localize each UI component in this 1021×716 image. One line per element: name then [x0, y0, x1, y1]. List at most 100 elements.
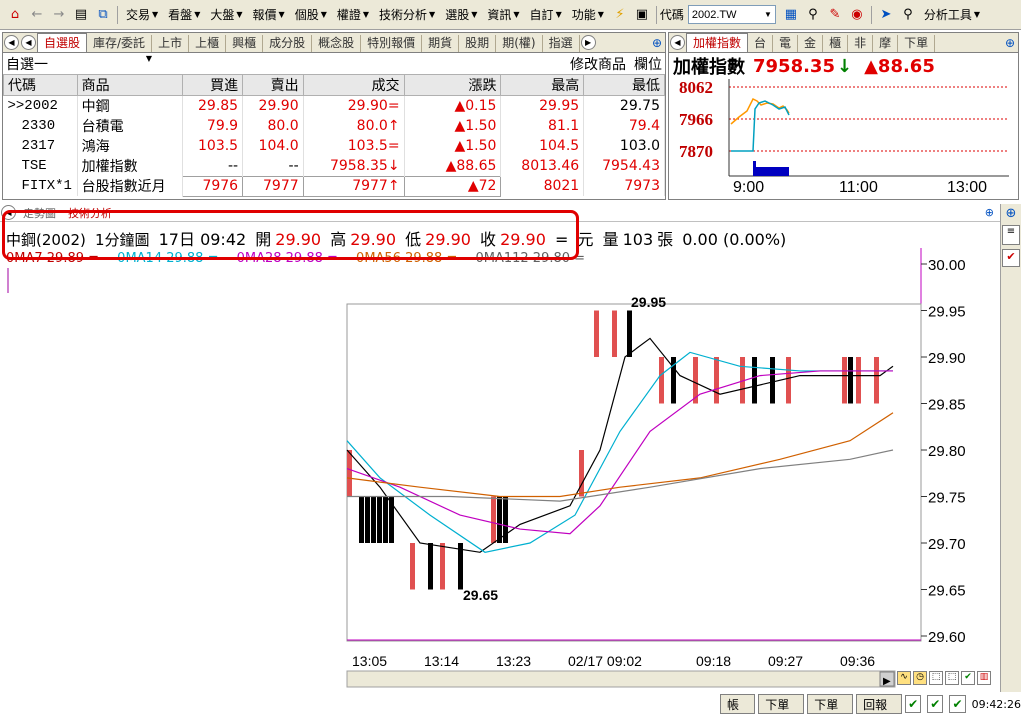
- search-icon[interactable]: ⚲: [804, 6, 822, 24]
- col-low[interactable]: 最低: [583, 74, 665, 96]
- columns-button[interactable]: 欄位: [634, 54, 662, 74]
- col-code[interactable]: 代碼: [3, 74, 78, 96]
- tab-watchlist[interactable]: 自選股: [37, 33, 88, 52]
- tab-msci[interactable]: 摩: [873, 35, 899, 52]
- tab-trend[interactable]: 走勢圖: [17, 205, 62, 221]
- zoom-in-icon[interactable]: ⊕: [1001, 206, 1021, 221]
- quote-row[interactable]: TSE 加權指數 -- -- 7958.35↓ ▲88.65 8013.46 7…: [3, 156, 665, 176]
- tab-concept[interactable]: 概念股: [312, 35, 362, 52]
- check-icon[interactable]: ✔: [927, 695, 944, 713]
- menu-analysis-tools[interactable]: 分析工具 ▼: [924, 6, 980, 23]
- menu-function[interactable]: 功能 ▼: [572, 6, 604, 23]
- tab-prev2-icon[interactable]: ◀: [21, 35, 36, 50]
- code-value: 2002.TW: [691, 8, 737, 21]
- chart-icon[interactable]: ▦: [782, 6, 800, 24]
- row-ask: --: [242, 156, 304, 176]
- tab-index-options[interactable]: 指選: [543, 35, 580, 52]
- select-icon[interactable]: ⬚: [929, 671, 943, 685]
- menu-trade[interactable]: 交易 ▼: [126, 6, 158, 23]
- tab-otc[interactable]: 上櫃: [189, 35, 227, 52]
- menu-label: 分析工具: [923, 8, 972, 22]
- zoom-in-icon[interactable]: ⊕: [652, 36, 662, 50]
- tab-prev-icon[interactable]: ◀: [1, 205, 16, 220]
- quote-row[interactable]: 2317 鴻海 103.5 104.0 103.5= ▲1.50 104.5 1…: [3, 136, 665, 156]
- report-bar-button[interactable]: 回報列: [856, 694, 903, 714]
- tab-otc-index[interactable]: 櫃: [823, 35, 849, 52]
- back-icon[interactable]: ←: [28, 6, 46, 24]
- tab-components[interactable]: 成分股: [263, 35, 313, 52]
- edit-products-button[interactable]: 修改商品: [570, 54, 626, 74]
- group-select[interactable]: 自選一 ▼: [6, 54, 152, 74]
- tab-prev-icon[interactable]: ◀: [670, 35, 685, 50]
- popout-icon[interactable]: ⧉: [94, 6, 112, 24]
- chevron-down-icon[interactable]: ▼: [146, 54, 152, 74]
- menu-watch[interactable]: 看盤 ▼: [168, 6, 200, 23]
- quote-row[interactable]: >>2002 中鋼 29.85 29.90 29.90= ▲0.15 29.95…: [3, 95, 665, 116]
- line-tool-icon[interactable]: ∿: [897, 671, 911, 685]
- col-high[interactable]: 最高: [500, 74, 585, 96]
- order-bar-button[interactable]: 下單列: [807, 694, 854, 714]
- watchlist-tabbar: ◀ ◀ 自選股 庫存/委託 上市 上櫃 興櫃 成分股 概念股 特別報價 期貨 股…: [3, 33, 665, 53]
- tab-nonfin[interactable]: 非: [848, 35, 874, 52]
- quote-row[interactable]: FITX*1 台股指數近月 7976 7977 7977↑ ▲72 8021 7…: [3, 175, 665, 197]
- col-ask[interactable]: 賣出: [242, 74, 304, 96]
- tab-prev-icon[interactable]: ◀: [4, 35, 19, 50]
- col-last[interactable]: 成交: [302, 74, 405, 96]
- tab-next-icon[interactable]: ▶: [580, 35, 596, 50]
- col-change[interactable]: 漲跌: [403, 74, 502, 96]
- zoom-in-icon[interactable]: ⊕: [1005, 36, 1015, 50]
- order-folder-button[interactable]: 下單夾: [758, 694, 805, 714]
- tab-futures[interactable]: 期貨: [422, 35, 460, 52]
- row-code: TSE: [3, 156, 78, 176]
- lightning-icon[interactable]: ⚡: [611, 6, 629, 24]
- check-icon[interactable]: ✔: [961, 671, 975, 685]
- zoom-in-icon[interactable]: ⊕: [985, 206, 994, 219]
- tab-index[interactable]: 加權指數: [686, 33, 749, 52]
- menu-market[interactable]: 大盤 ▼: [210, 6, 242, 23]
- check-icon[interactable]: ✔: [949, 695, 966, 713]
- row-last: 7958.35↓: [303, 156, 405, 176]
- menu-info[interactable]: 資訊 ▼: [487, 6, 519, 23]
- analysis-icon[interactable]: ⚲: [899, 6, 917, 24]
- tab-emerging[interactable]: 興櫃: [226, 35, 264, 52]
- tab-tw[interactable]: 台: [748, 35, 774, 52]
- menu-quote[interactable]: 報價 ▼: [253, 6, 285, 23]
- cursor-icon[interactable]: ➤: [877, 6, 895, 24]
- check-icon[interactable]: ✔: [905, 695, 922, 713]
- home-icon[interactable]: ⌂: [6, 6, 24, 24]
- dock-tab[interactable]: ≡: [1002, 225, 1020, 245]
- candle: [786, 357, 791, 404]
- col-name[interactable]: 商品: [76, 74, 183, 96]
- tab-fin[interactable]: 金: [798, 35, 824, 52]
- menu-technical[interactable]: 技術分析 ▼: [379, 6, 435, 23]
- clock-icon[interactable]: ◷: [913, 671, 927, 685]
- chart-scrollbar[interactable]: [346, 670, 896, 688]
- tab-special[interactable]: 特別報價: [361, 35, 423, 52]
- notepad-icon[interactable]: ▣: [633, 6, 651, 24]
- tab-technical[interactable]: 技術分析: [62, 205, 118, 221]
- scroll-right-icon[interactable]: ▶: [883, 676, 891, 687]
- menu-custom[interactable]: 自訂 ▼: [530, 6, 562, 23]
- x-tick-label: 13:23: [496, 653, 531, 669]
- bars-icon[interactable]: ▥: [977, 671, 991, 685]
- tab-elec[interactable]: 電: [773, 35, 799, 52]
- fit-icon[interactable]: ⬚: [945, 671, 959, 685]
- tools-icon[interactable]: ✎: [826, 6, 844, 24]
- tab-stock-futures[interactable]: 股期: [459, 35, 497, 52]
- alert-icon[interactable]: ◉: [848, 6, 866, 24]
- menu-stock[interactable]: 個股 ▼: [295, 6, 327, 23]
- code-input[interactable]: 2002.TW ▼: [687, 5, 776, 24]
- tab-order[interactable]: 下單: [898, 35, 936, 52]
- tab-options[interactable]: 期(權): [496, 35, 543, 52]
- check-icon[interactable]: ✔: [1002, 249, 1020, 267]
- forward-icon[interactable]: →: [50, 6, 68, 24]
- quote-row[interactable]: 2330 台積電 79.9 80.0 80.0↑ ▲1.50 81.1 79.4: [3, 116, 665, 136]
- col-bid[interactable]: 買進: [181, 74, 244, 96]
- menu-warrant[interactable]: 權證 ▼: [337, 6, 369, 23]
- tab-listed[interactable]: 上市: [152, 35, 190, 52]
- print-icon[interactable]: ▤: [72, 6, 90, 24]
- account-button[interactable]: 帳務: [720, 694, 756, 714]
- menu-screener[interactable]: 選股 ▼: [445, 6, 477, 23]
- tab-inventory[interactable]: 庫存/委託: [87, 35, 153, 52]
- chevron-down-icon[interactable]: ▼: [764, 10, 772, 19]
